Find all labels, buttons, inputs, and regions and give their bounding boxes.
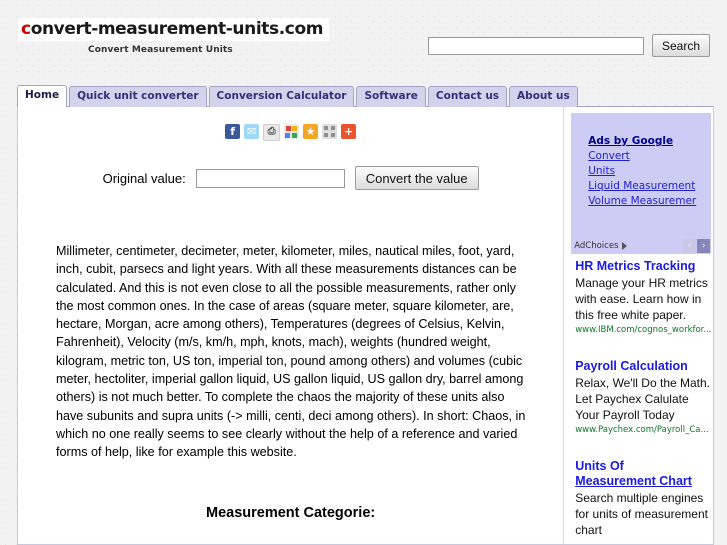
google-ads-block: Ads by Google Convert Units Liquid Measu… xyxy=(571,113,712,237)
addthis-plus-icon[interactable]: + xyxy=(341,124,357,139)
main-content: f ✉ ⎙ ★ + Original value: Convert the va… xyxy=(18,107,563,544)
ad-description: Relax, We'll Do the Math. Let Paychex Ca… xyxy=(575,376,711,422)
share-grid-icon[interactable] xyxy=(322,124,338,139)
social-share-bar: f ✉ ⎙ ★ + xyxy=(18,124,563,141)
original-value-input[interactable] xyxy=(195,168,345,188)
sidebar-ads: Ads by Google Convert Units Liquid Measu… xyxy=(563,107,713,544)
tab-about-us[interactable]: About us xyxy=(509,86,578,107)
original-value-label: Original value: xyxy=(102,170,186,186)
site-header: convert-measurement-units.com Convert Me… xyxy=(0,0,727,82)
search-input[interactable] xyxy=(427,36,644,55)
ad-title[interactable]: Payroll Calculation xyxy=(575,359,711,374)
ad-keyword-link-units[interactable]: Units xyxy=(588,165,711,177)
ad-title[interactable]: HR Metrics Tracking xyxy=(575,259,711,274)
ad-description: Manage your HR metrics with ease. Learn … xyxy=(575,276,708,322)
convert-the-value-button[interactable]: Convert the value xyxy=(354,166,479,190)
converter-form: Original value: Convert the value xyxy=(18,166,563,190)
ad-unit[interactable]: Payroll Calculation Relax, We'll Do the … xyxy=(571,359,711,435)
google-share-icon[interactable] xyxy=(284,124,300,139)
measurement-categories-heading: Measurement Categorie: xyxy=(206,504,376,521)
site-logo[interactable]: convert-measurement-units.com xyxy=(18,18,330,41)
ad-keyword-link-volume-measurement[interactable]: Volume Measuremer xyxy=(588,195,711,207)
ad-carousel-nav: ‹ › xyxy=(683,238,711,253)
ad-unit[interactable]: HR Metrics Tracking Manage your HR metri… xyxy=(571,259,711,335)
facebook-icon[interactable]: f xyxy=(225,124,241,139)
ad-title[interactable]: Units Of xyxy=(575,459,711,474)
site-tagline: Convert Measurement Units xyxy=(88,45,233,55)
ad-keyword-link-liquid-measurement[interactable]: Liquid Measurement xyxy=(588,180,711,192)
tab-contact-us[interactable]: Contact us xyxy=(427,86,508,107)
page-container: f ✉ ⎙ ★ + Original value: Convert the va… xyxy=(17,106,714,545)
favorites-star-icon[interactable]: ★ xyxy=(303,124,319,139)
ad-title-line2[interactable]: Measurement Chart xyxy=(575,474,711,489)
site-logo-accent-letter: c xyxy=(21,19,31,39)
twitter-icon[interactable]: ✉ xyxy=(244,124,260,139)
ad-prev-arrow-icon[interactable]: ‹ xyxy=(683,238,697,253)
search-area: Search xyxy=(427,34,710,57)
site-logo-rest: onvert-measurement-units.com xyxy=(30,19,324,39)
search-button[interactable]: Search xyxy=(651,34,710,57)
ads-by-google-label[interactable]: Ads by Google xyxy=(588,135,711,147)
ad-url[interactable]: www.IBM.com/cognos_workfor... xyxy=(575,325,711,335)
adchoices-triangle-icon[interactable] xyxy=(621,241,627,250)
ad-keyword-link-convert[interactable]: Convert xyxy=(588,150,711,162)
tab-software[interactable]: Software xyxy=(356,86,426,107)
page-right-margin xyxy=(714,0,727,545)
ad-unit[interactable]: Units Of Measurement Chart Search multip… xyxy=(571,459,711,538)
ad-url[interactable]: www.Paychex.com/Payroll_Ca... xyxy=(575,425,711,435)
print-icon[interactable]: ⎙ xyxy=(263,124,281,141)
tab-conversion-calculator[interactable]: Conversion Calculator xyxy=(208,86,355,107)
adchoices-label[interactable]: AdChoices xyxy=(574,241,618,251)
site-logo-text: convert-measurement-units.com xyxy=(21,19,323,39)
ad-next-arrow-icon[interactable]: › xyxy=(697,238,711,253)
main-navigation-tabs: Home Quick unit converter Conversion Cal… xyxy=(17,85,578,107)
tab-home[interactable]: Home xyxy=(17,85,68,107)
intro-paragraph: Millimeter, centimeter, decimeter, meter… xyxy=(56,244,526,460)
adchoices-bar: AdChoices ‹ › xyxy=(571,237,712,254)
ad-description: Search multiple engines for units of mea… xyxy=(575,491,708,537)
tab-quick-unit-converter[interactable]: Quick unit converter xyxy=(69,86,207,107)
